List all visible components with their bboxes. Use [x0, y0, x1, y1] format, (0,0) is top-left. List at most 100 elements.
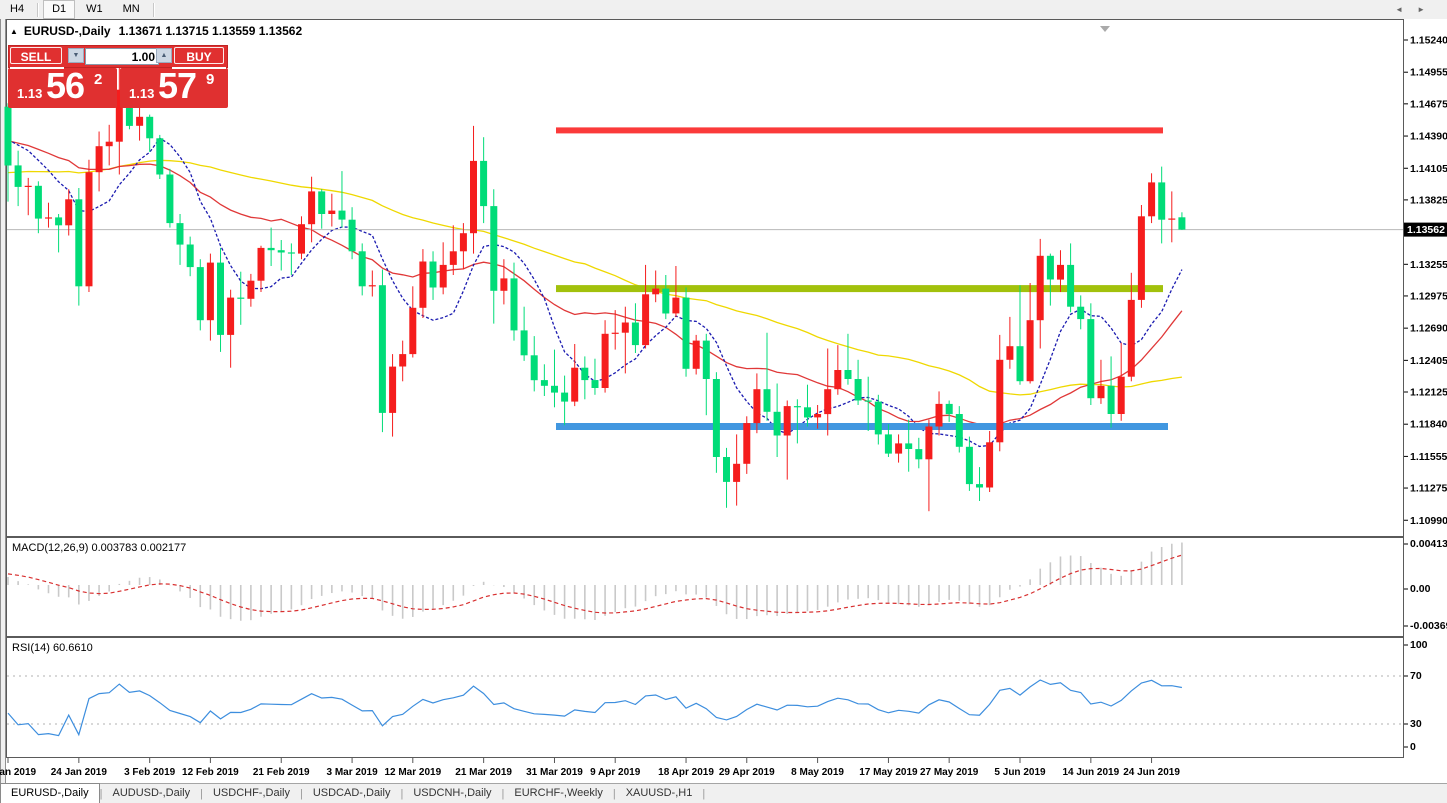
- chart-canvas[interactable]: 1.152401.149551.146751.143901.141051.138…: [0, 0, 1447, 803]
- date-axis-label: 3 Mar 2019: [327, 767, 379, 778]
- candle-body: [1036, 255, 1044, 321]
- candle-body: [1087, 319, 1095, 399]
- price-axis-label: 1.14390: [1410, 131, 1447, 143]
- symbol-tab-xauusd[interactable]: XAUUSD-,H1: [616, 784, 703, 803]
- candle-body: [399, 354, 407, 367]
- symbol-tab-usdcnh[interactable]: USDCNH-,Daily: [403, 784, 501, 803]
- sell-price-box[interactable]: 1.13 56 2: [8, 65, 117, 108]
- price-axis-label: 1.12405: [1410, 355, 1447, 367]
- candle-body: [1006, 346, 1014, 360]
- date-axis-label: 27 May 2019: [920, 767, 979, 778]
- date-axis-label: 12 Mar 2019: [384, 767, 441, 778]
- chart-ohlc-values: 1.13671 1.13715 1.13559 1.13562: [118, 24, 303, 38]
- resistance-line[interactable]: [556, 127, 1163, 134]
- symbol-tab-eurchf[interactable]: EURCHF-,Weekly: [504, 784, 612, 803]
- candle-body: [1046, 255, 1054, 280]
- candle-body: [824, 389, 832, 415]
- price-axis-label: 1.14675: [1410, 98, 1447, 110]
- support-line[interactable]: [556, 423, 1168, 430]
- candle-body: [662, 288, 670, 314]
- symbol-tab-usdcad[interactable]: USDCAD-,Daily: [303, 784, 401, 803]
- candle-body: [540, 380, 548, 386]
- candle-body: [338, 210, 346, 220]
- symbol-tab-usdchf[interactable]: USDCHF-,Daily: [203, 784, 300, 803]
- candle-body: [227, 297, 235, 335]
- candle-body: [692, 340, 700, 369]
- buy-price-box[interactable]: 1.13 57 9: [120, 65, 228, 108]
- candle-body: [520, 330, 528, 356]
- candle-body: [136, 116, 144, 126]
- candle-body: [4, 106, 12, 166]
- chart-symbol-label: EURUSD-,Daily: [23, 24, 111, 38]
- tab-scroll-left-icon[interactable]: ◄: [1395, 5, 1417, 14]
- pane-splitter[interactable]: [6, 636, 1404, 639]
- collapse-arrow-icon[interactable]: ▲: [10, 27, 18, 36]
- buy-underline: [172, 67, 226, 69]
- date-axis-label: 29 Apr 2019: [719, 767, 775, 778]
- date-axis-label: 9 Apr 2019: [590, 767, 641, 778]
- buy-price-sup: 9: [206, 71, 215, 88]
- candle-body: [389, 366, 397, 413]
- symbol-tab-audusd[interactable]: AUDUSD-,Daily: [102, 784, 200, 803]
- candle-body: [287, 252, 295, 254]
- candle-body: [176, 223, 184, 245]
- current-price-tag-label: 1.13562: [1407, 224, 1445, 236]
- candle-body: [217, 262, 224, 335]
- candle-body: [571, 367, 579, 402]
- rsi-label: RSI(14) 60.6610: [12, 642, 93, 654]
- mt4-window: { "toolbar": { "timeframe_buttons": [ {"…: [0, 0, 1447, 803]
- buy-button[interactable]: BUY: [174, 47, 224, 64]
- candle-body: [1097, 385, 1105, 399]
- date-axis-label: 21 Mar 2019: [455, 767, 512, 778]
- price-axis-label: 1.12690: [1410, 323, 1447, 335]
- candle-body: [196, 267, 204, 321]
- candle-body: [804, 407, 811, 418]
- rsi-line: [7, 679, 1183, 737]
- candle-body: [470, 160, 477, 234]
- candle-body: [996, 359, 1004, 443]
- candle-body: [631, 322, 639, 346]
- date-axis-label: 21 Feb 2019: [253, 767, 310, 778]
- date-axis-label: 5 Jun 2019: [994, 767, 1046, 778]
- candle-body: [1107, 385, 1115, 414]
- candle-body: [783, 406, 791, 436]
- candle-body: [186, 244, 194, 268]
- symbol-tab-eurusd[interactable]: EURUSD-,Daily: [0, 783, 100, 803]
- chart-title: ▲ EURUSD-,Daily 1.13671 1.13715 1.13559 1.…: [10, 24, 302, 38]
- date-axis-label: 3 Feb 2019: [124, 767, 176, 778]
- candle-body: [884, 434, 892, 454]
- volume-increase-button[interactable]: ▲: [156, 48, 172, 63]
- candle-body: [34, 185, 42, 219]
- candle-body: [247, 280, 255, 299]
- macd-axis-label: 0.00: [1410, 583, 1431, 595]
- candle-body: [409, 307, 417, 355]
- pane-splitter[interactable]: [6, 536, 1404, 539]
- candle-body: [611, 332, 619, 334]
- candle-body: [146, 116, 154, 139]
- candle-body: [976, 484, 983, 488]
- macd-axis-label: 0.004139: [1410, 538, 1447, 550]
- sell-price-prefix: 1.13: [17, 86, 43, 101]
- candle-body: [1077, 306, 1085, 320]
- candle-body: [945, 403, 953, 415]
- sell-button[interactable]: SELL: [10, 47, 62, 64]
- price-axis-label: 1.11275: [1410, 483, 1447, 495]
- candle-body: [723, 457, 730, 482]
- candle-body: [257, 247, 265, 281]
- price-axis-label: 1.11840: [1410, 419, 1447, 431]
- tab-scroll-right-icon[interactable]: ►: [1417, 5, 1439, 14]
- candle-body: [621, 322, 629, 333]
- date-axis-label: 17 May 2019: [859, 767, 918, 778]
- volume-decrease-button[interactable]: ▼: [68, 48, 84, 63]
- date-axis-label: 15 Jan 2019: [0, 767, 37, 778]
- tab-scroll-arrows[interactable]: ◄►: [1395, 5, 1439, 14]
- price-axis-label: 1.14105: [1410, 163, 1447, 175]
- candle-body: [1057, 264, 1064, 280]
- candle-body: [986, 442, 994, 488]
- candle-body: [1148, 182, 1156, 217]
- candle-body: [895, 443, 903, 454]
- candle-body: [45, 217, 52, 219]
- candle-body: [166, 174, 174, 224]
- volume-input[interactable]: [85, 48, 159, 65]
- candle-body: [905, 443, 913, 449]
